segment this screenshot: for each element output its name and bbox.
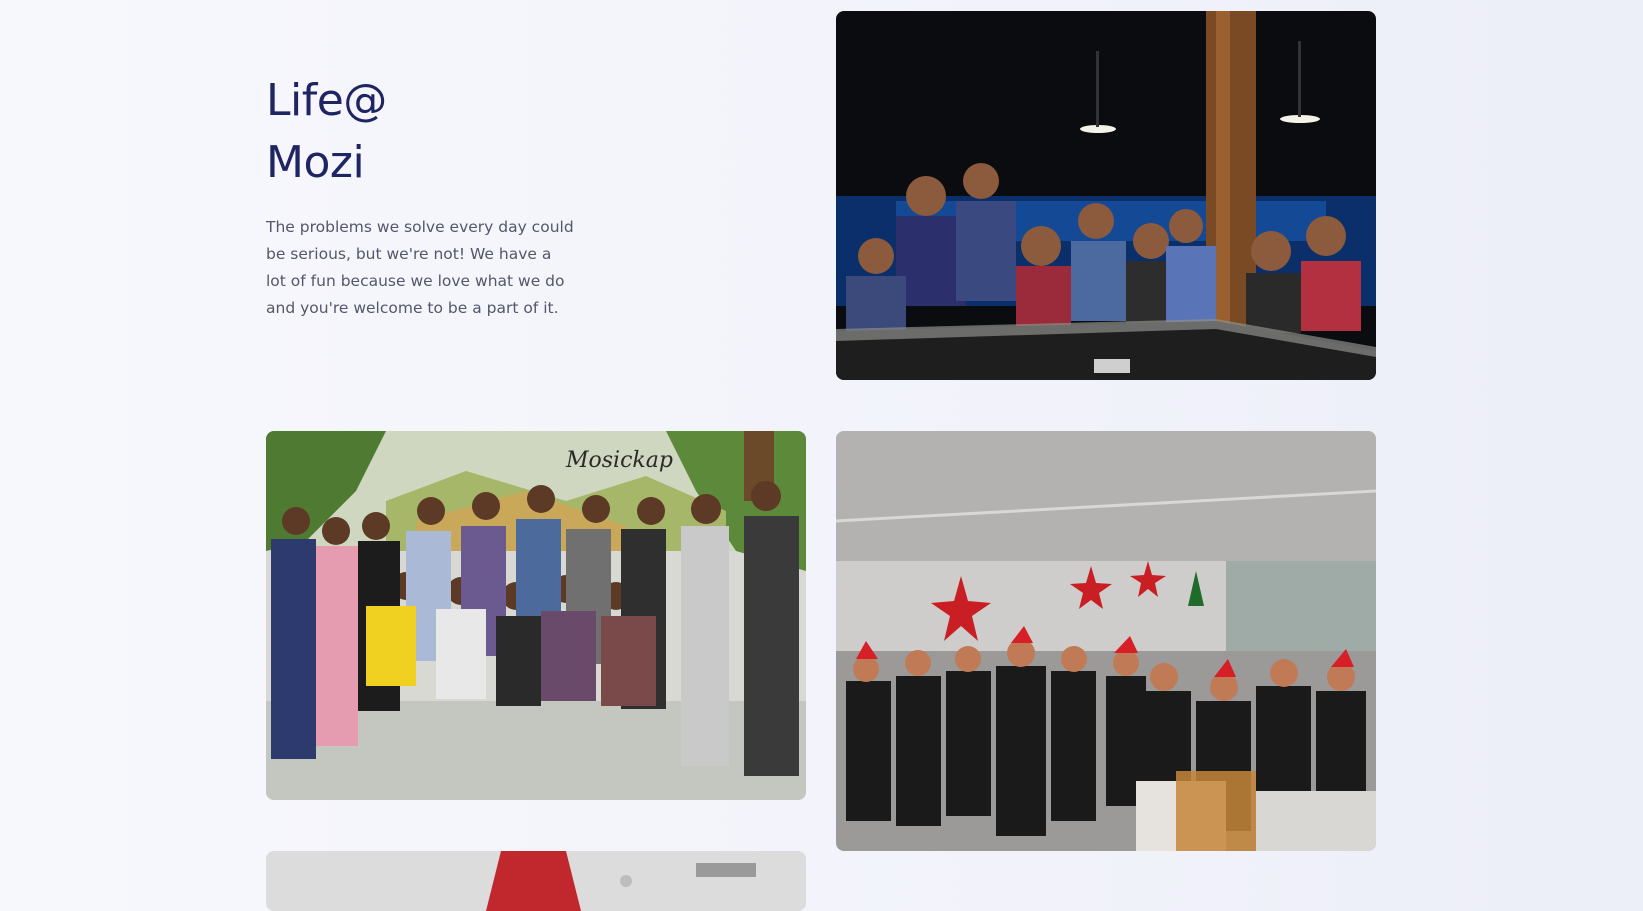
photo-team-mural-group: Mosickap bbox=[266, 431, 806, 800]
section-title: Life@ Mozi bbox=[266, 70, 596, 194]
team-group-photo: Mosickap bbox=[266, 431, 806, 800]
section-description: The problems we solve every day could be… bbox=[266, 218, 574, 317]
svg-text:Mosickap: Mosickap bbox=[565, 448, 673, 473]
section-title-line-2: Mozi bbox=[266, 137, 365, 188]
life-at-mozi-intro: Life@ Mozi The problems we solve every d… bbox=[266, 70, 596, 322]
section-title-line-1: Life@ bbox=[266, 75, 387, 126]
team-night-photo bbox=[836, 11, 1376, 380]
photo-office-celebration bbox=[836, 431, 1376, 851]
photo-team-poolside-night bbox=[836, 11, 1376, 380]
office-christmas-photo bbox=[836, 431, 1376, 851]
office-ceiling-photo bbox=[266, 851, 806, 911]
photo-office-partial bbox=[266, 851, 806, 911]
